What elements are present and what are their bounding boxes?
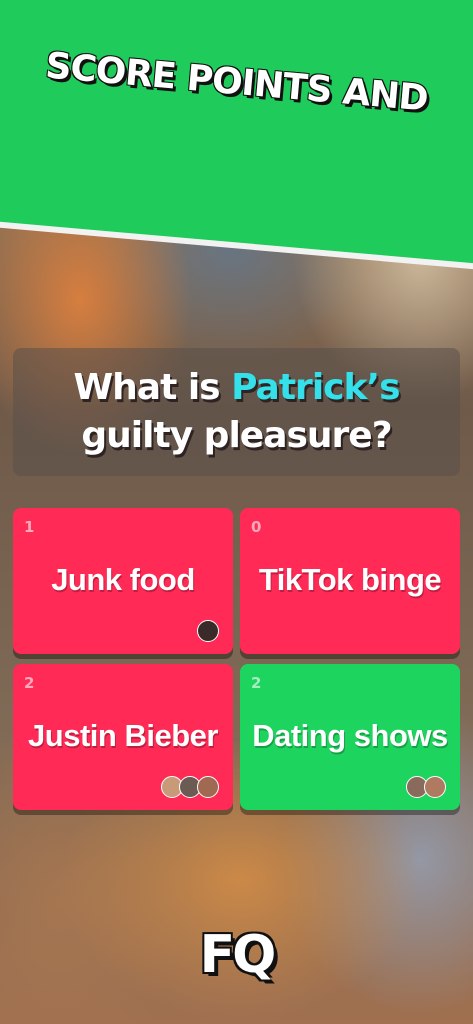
answer-card-tiktok-binge[interactable]: 0 TikTok binge bbox=[240, 508, 460, 654]
voter-avatars bbox=[161, 776, 219, 798]
avatar bbox=[197, 776, 219, 798]
voter-avatars bbox=[197, 620, 219, 642]
question-text: What is Patrick’s guilty pleasure? bbox=[73, 364, 400, 460]
answer-card-junk-food[interactable]: 1 Junk food bbox=[13, 508, 233, 654]
answer-card-dating-shows[interactable]: 2 Dating shows bbox=[240, 664, 460, 810]
answer-label: Dating shows bbox=[252, 718, 448, 753]
avatar bbox=[197, 620, 219, 642]
voter-avatars bbox=[406, 776, 446, 798]
question-prefix: What is bbox=[73, 367, 232, 408]
question-suffix: guilty pleasure? bbox=[81, 415, 392, 456]
answer-card-justin-bieber[interactable]: 2 Justin Bieber bbox=[13, 664, 233, 810]
answer-vote-count: 2 bbox=[251, 674, 262, 692]
answer-label: Justin Bieber bbox=[28, 718, 218, 753]
answer-label: Junk food bbox=[51, 562, 195, 597]
answer-vote-count: 0 bbox=[251, 518, 262, 536]
app-logo: FQ bbox=[199, 925, 277, 985]
header-banner bbox=[0, 0, 473, 266]
question-player-name: Patrick’s bbox=[231, 367, 400, 408]
avatar bbox=[424, 776, 446, 798]
question-panel: What is Patrick’s guilty pleasure? bbox=[13, 348, 460, 476]
answer-vote-count: 2 bbox=[24, 674, 35, 692]
answer-label: TikTok binge bbox=[258, 562, 442, 597]
answer-vote-count: 1 bbox=[24, 518, 35, 536]
